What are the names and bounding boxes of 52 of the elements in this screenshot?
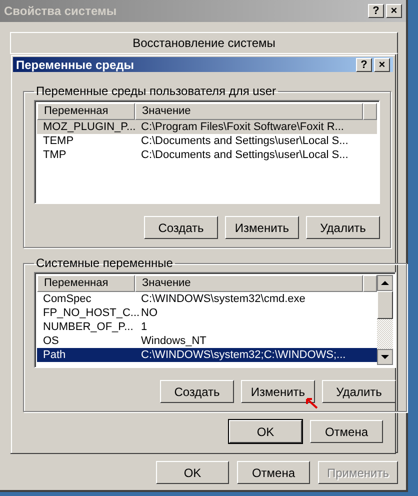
variable-value: C:\Program Files\Foxit Software\Foxit R... [140,120,345,134]
variable-name: NUMBER_OF_P... [42,320,134,334]
scrollbar[interactable] [377,275,393,365]
variable-value: 1 [140,320,148,334]
dialog-button[interactable]: Изменить [225,216,299,239]
list-row[interactable]: ComSpec C:\WINDOWS\system32\cmd.exe [37,292,377,306]
variable-name: ComSpec [42,292,92,306]
variable-name: TEMP [42,134,75,148]
scroll-down-button[interactable] [377,349,393,365]
column-header[interactable]: Значение [135,275,363,292]
variable-name: TMP [42,148,68,162]
scroll-up-button[interactable] [377,275,393,291]
dialog-title: Переменные среды [16,58,134,72]
dialog-button[interactable]: OK [229,420,302,443]
variable-value: C:\WINDOWS\system32;C:\WINDOWS;... [140,348,347,362]
close-button[interactable]: × [386,4,402,18]
tab[interactable]: Восстановление системы [10,32,398,53]
column-header[interactable]: Значение [135,103,363,120]
variable-name: Path [42,348,67,362]
variable-value: C:\Documents and Settings\user\Local S... [140,134,350,148]
list-row[interactable]: NUMBER_OF_P... 1 [37,320,377,334]
list-row[interactable]: Path C:\WINDOWS\system32;C:\WINDOWS;... [37,348,377,362]
list-row[interactable]: TMP C:\Documents and Settings\user\Local S... [37,148,377,162]
window-title: Свойства системы [4,4,117,18]
list-row[interactable]: FP_NO_HOST_C...NO [37,306,377,320]
group-title: Системные переменные [35,256,174,270]
pointer-arrow-icon [305,397,319,409]
dialog-button[interactable]: Создать [160,380,234,403]
dialog-button[interactable]: Создать [144,216,218,239]
list-row[interactable]: TEMP C:\Documents and Settings\user\Local S... [37,134,377,148]
dialog-button[interactable]: Отмена [236,461,310,484]
dialog-button[interactable]: Отмена [310,420,383,443]
group-title: Переменные среды пользователя для user [35,84,278,98]
variable-name: MOZ_PLUGIN_P... [42,120,135,134]
dialog-button[interactable]: Изменить [241,380,315,403]
column-header[interactable]: Переменная [37,275,135,292]
variable-name: OS [42,334,60,348]
variable-value: C:\WINDOWS\system32\cmd.exe [140,292,306,306]
column-header [363,275,377,292]
variable-value: C:\Documents and Settings\user\Local S... [140,148,350,162]
list-row[interactable]: OS Windows_NT [37,334,377,348]
column-header[interactable]: Переменная [37,103,135,120]
help-button[interactable]: ? [356,58,372,72]
list-row[interactable]: MOZ_PLUGIN_P... C:\Program Files\Foxit Software\Foxit R... [37,120,377,134]
scroll-thumb[interactable] [377,291,393,319]
variable-value: Windows_NT [140,334,208,348]
dialog-button[interactable]: Удалить [322,380,396,403]
dialog-button[interactable]: Удалить [306,216,380,239]
column-header [363,103,377,120]
dialog-button[interactable]: OK [156,461,229,484]
help-button[interactable]: ? [368,4,384,18]
close-button[interactable]: × [374,58,390,72]
